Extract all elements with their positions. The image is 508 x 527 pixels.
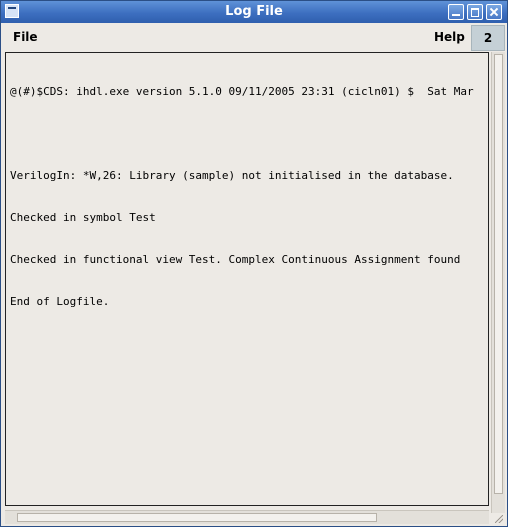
counter-badge[interactable]: 2 <box>471 25 505 51</box>
log-line: @(#)$CDS: ihdl.exe version 5.1.0 09/11/2… <box>10 85 474 98</box>
vertical-scroll-thumb[interactable] <box>494 54 503 494</box>
horizontal-scrollbar[interactable] <box>5 510 489 524</box>
resize-grip-icon[interactable] <box>491 513 505 525</box>
menu-bar: File Help <box>1 23 507 51</box>
minimize-icon[interactable] <box>448 4 464 20</box>
title-bar[interactable]: Log File <box>1 1 507 23</box>
log-file-window: Log File File Help 2 @(#)$CDS: ihdl.exe … <box>0 0 508 527</box>
log-line: Checked in symbol Test <box>10 211 156 224</box>
log-lines: @(#)$CDS: ihdl.exe version 5.1.0 09/11/2… <box>10 57 474 337</box>
vertical-scrollbar[interactable] <box>491 52 505 513</box>
maximize-icon[interactable] <box>467 4 483 20</box>
menu-help[interactable]: Help <box>434 23 465 51</box>
log-line: Checked in functional view Test. Complex… <box>10 253 461 266</box>
window-title: Log File <box>225 4 283 19</box>
log-line <box>10 127 474 141</box>
menu-file[interactable]: File <box>13 23 38 51</box>
log-line: End of Logfile. <box>10 295 110 308</box>
log-line: VerilogIn: *W,26: Library (sample) not i… <box>10 169 454 182</box>
horizontal-scroll-thumb[interactable] <box>17 513 377 522</box>
log-text-area[interactable]: @(#)$CDS: ihdl.exe version 5.1.0 09/11/2… <box>5 52 489 506</box>
close-icon[interactable] <box>486 4 502 20</box>
